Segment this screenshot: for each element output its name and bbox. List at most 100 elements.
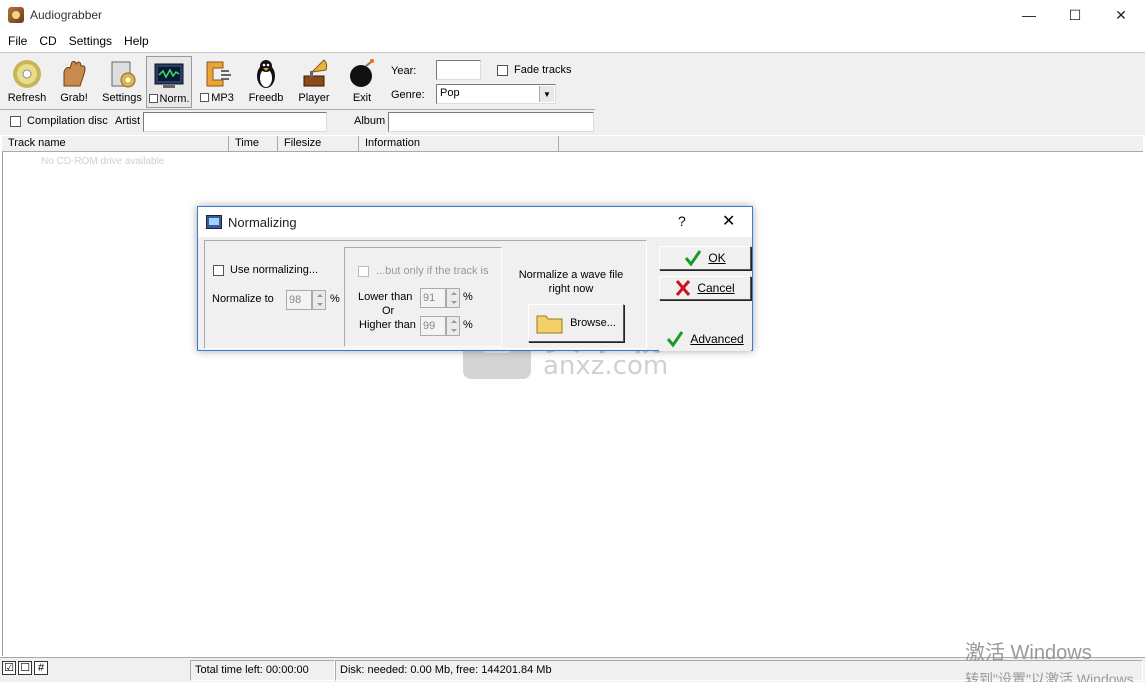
exit-label: Exit — [352, 92, 372, 104]
cancel-label: Cancel — [697, 281, 735, 295]
norm-checkbox[interactable] — [148, 94, 158, 103]
checkmark-icon — [667, 331, 684, 348]
only-if-label: ...but only if the track is — [376, 265, 489, 277]
spinner-arrows-icon[interactable] — [312, 290, 326, 310]
year-field[interactable] — [436, 60, 481, 80]
settings-icon — [111, 61, 136, 88]
maximize-button[interactable]: ☐ — [1052, 0, 1098, 30]
use-normalizing-checkbox[interactable] — [213, 265, 224, 276]
uncheck-all-icon[interactable]: ☐ — [18, 661, 32, 675]
activate-line1: 激活 Windows — [965, 642, 1092, 664]
normalizing-dialog: Normalizing ? ✕ Use normalizing... Norma… — [197, 206, 753, 351]
ok-button[interactable]: OK — [659, 246, 751, 270]
dialog-title-bar: Normalizing ? ✕ — [198, 207, 752, 237]
compilation-checkbox[interactable] — [10, 116, 21, 127]
advanced-button[interactable]: Advanced — [659, 327, 751, 351]
normalize-to-value: 98 — [286, 290, 312, 310]
player-label: Player — [298, 92, 330, 104]
help-button[interactable]: ? — [678, 213, 686, 229]
higher-than-label: Higher than — [359, 319, 416, 331]
refresh-label: Refresh — [7, 92, 47, 104]
status-icons: ☑ ☐ # — [2, 661, 48, 675]
bomb-icon — [350, 59, 374, 87]
mp3-text: MP3 — [211, 92, 234, 104]
normalize-wave-label: Normalize a wave file right now — [518, 269, 624, 295]
normalize-to-label: Normalize to — [212, 293, 274, 305]
album-field[interactable] — [388, 112, 594, 132]
spinner-arrows-icon[interactable] — [446, 288, 460, 308]
only-if-checkbox[interactable] — [358, 266, 369, 277]
genre-label: Genre: — [391, 89, 425, 101]
menu-settings[interactable]: Settings — [63, 34, 118, 48]
settings-label: Settings — [102, 92, 142, 104]
window-title: Audiograbber — [30, 8, 103, 22]
number-icon[interactable]: # — [34, 661, 48, 675]
use-normalizing-label: Use normalizing... — [230, 264, 319, 276]
norm-text: Norm. — [159, 93, 190, 105]
menu-bar: File CD Settings Help — [0, 30, 1145, 51]
grab-button[interactable]: Grab! — [51, 56, 97, 108]
menu-cd[interactable]: CD — [33, 34, 62, 48]
genre-select[interactable]: Pop ▼ — [436, 84, 556, 104]
cd-icon — [13, 60, 41, 88]
minimize-button[interactable]: — — [1006, 0, 1052, 30]
column-track-name[interactable]: Track name — [2, 136, 229, 152]
ok-label: OK — [708, 251, 726, 265]
audiograbber-icon — [8, 7, 24, 23]
penguin-icon — [257, 60, 275, 88]
chevron-down-icon[interactable]: ▼ — [539, 86, 554, 102]
close-button[interactable]: ✕ — [1098, 0, 1144, 30]
genre-value: Pop — [440, 87, 460, 99]
lower-than-label: Lower than — [358, 291, 413, 303]
freedb-button[interactable]: Freedb — [243, 56, 289, 108]
total-time-status: Total time left: 00:00:00 — [190, 660, 335, 681]
lower-percent: % — [463, 291, 473, 303]
higher-than-spinner[interactable]: 99 — [420, 316, 462, 336]
cancel-button[interactable]: Cancel — [659, 276, 751, 300]
advanced-label: Advanced — [690, 332, 744, 346]
grab-label: Grab! — [60, 92, 88, 104]
lower-than-value: 91 — [420, 288, 446, 308]
toolbar-divider — [0, 109, 595, 110]
column-time[interactable]: Time — [229, 136, 278, 152]
column-information[interactable]: Information — [359, 136, 559, 152]
watermark-domain: anxz.com — [543, 351, 669, 381]
lower-than-spinner[interactable]: 91 — [420, 288, 462, 308]
hand-icon — [63, 60, 86, 87]
monitor-icon — [206, 215, 222, 229]
menu-help[interactable]: Help — [118, 34, 155, 48]
browse-button[interactable]: Browse... — [528, 304, 624, 342]
mp3-button[interactable]: MP3 — [194, 56, 240, 108]
fade-tracks-label: Fade tracks — [514, 64, 572, 76]
monitor-icon — [154, 63, 184, 88]
fade-tracks-checkbox[interactable] — [497, 65, 508, 76]
activate-windows-overlay: 激活 Windows 转到"设置"以激活 Windows — [965, 636, 1134, 682]
folder-icon — [536, 315, 563, 334]
settings-button[interactable]: Settings — [99, 56, 145, 108]
gramophone-icon — [303, 59, 328, 87]
refresh-button[interactable]: Refresh — [4, 56, 50, 108]
toolbar: Refresh Grab! Settings Norm. MP3 Freedb … — [0, 52, 1145, 135]
empty-message: No CD-ROM drive available — [41, 156, 165, 167]
activate-line2: 转到"设置"以激活 Windows — [965, 671, 1134, 682]
compilation-label: Compilation disc — [27, 115, 108, 127]
mp3-checkbox[interactable] — [200, 93, 210, 102]
dialog-title: Normalizing — [228, 214, 297, 230]
normalize-to-spinner[interactable]: 98 — [286, 290, 328, 310]
menu-file[interactable]: File — [2, 34, 33, 48]
exit-button[interactable]: Exit — [339, 56, 385, 108]
dialog-close-button[interactable]: ✕ — [722, 211, 735, 231]
red-x-icon — [676, 280, 691, 296]
higher-percent: % — [463, 319, 473, 331]
artist-field[interactable] — [143, 112, 327, 132]
checkmark-icon — [685, 250, 702, 267]
browse-label: Browse... — [570, 317, 616, 329]
norm-button[interactable]: Norm. — [146, 56, 192, 108]
spinner-arrows-icon[interactable] — [446, 316, 460, 336]
normalize-percent: % — [330, 293, 340, 305]
player-button[interactable]: Player — [291, 56, 337, 108]
check-all-icon[interactable]: ☑ — [2, 661, 16, 675]
column-filesize[interactable]: Filesize — [278, 136, 359, 152]
album-label: Album — [354, 115, 386, 127]
year-label: Year: — [391, 65, 417, 77]
